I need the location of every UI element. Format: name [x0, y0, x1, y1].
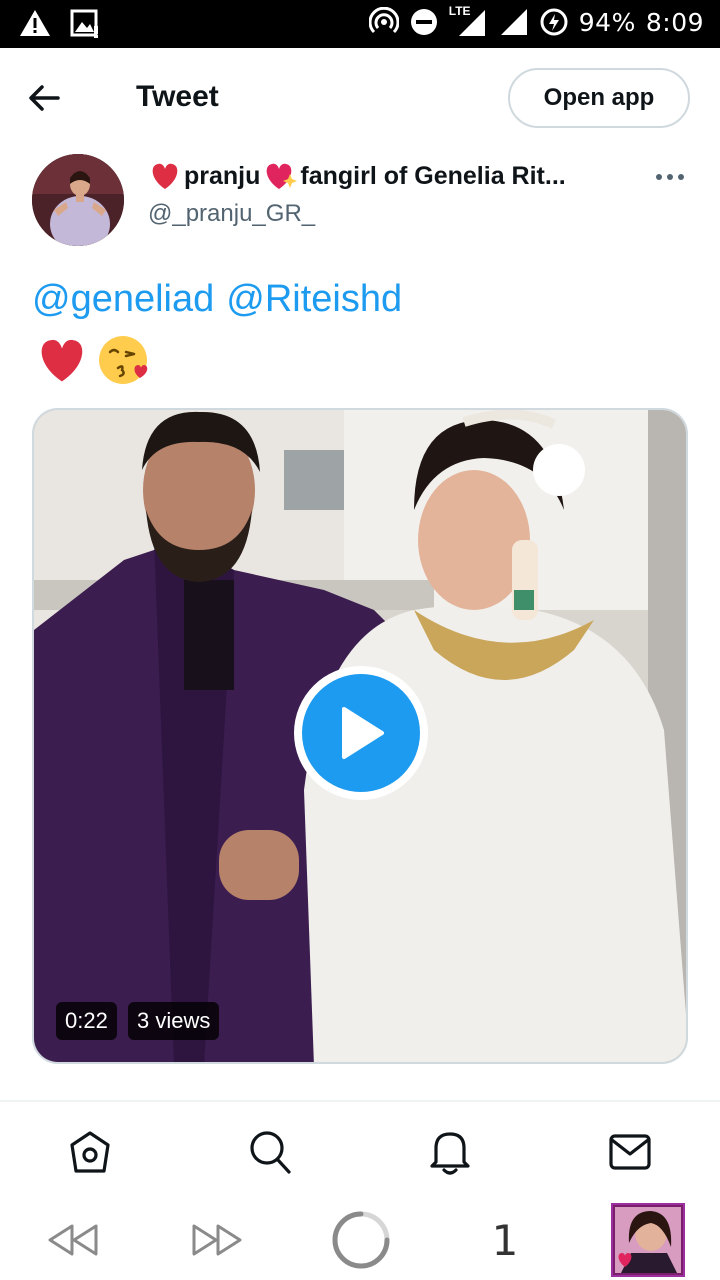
mention-link[interactable]: @Riteishd: [226, 278, 402, 321]
author-name[interactable]: pranju fangirl of Genelia Rit...: [148, 160, 566, 192]
tweet-mentions: @geneliad @Riteishd: [32, 278, 402, 321]
nav-home[interactable]: [60, 1124, 120, 1180]
tweet-emojis: [34, 332, 152, 388]
nav-notifications[interactable]: [420, 1124, 480, 1180]
more-dot-icon: [678, 174, 684, 180]
red-heart-emoji: [152, 163, 178, 189]
arrow-left-icon: [29, 85, 60, 111]
author-handle[interactable]: @_pranju_GR_: [148, 200, 315, 228]
profile-thumbnail-button[interactable]: [610, 1203, 686, 1277]
messages-icon: [609, 1134, 651, 1170]
red-heart-emoji: [41, 339, 83, 382]
status-bar: LTE 94% 8:09: [0, 0, 720, 48]
image-notification-icon: [70, 9, 98, 38]
open-app-button[interactable]: Open app: [508, 68, 690, 128]
nav-search[interactable]: [240, 1124, 300, 1180]
loading-indicator: [326, 1204, 396, 1276]
back-button[interactable]: [24, 78, 76, 118]
face-blowing-kiss-emoji: [99, 336, 148, 384]
warning-icon: [20, 10, 50, 36]
play-button[interactable]: [294, 666, 428, 800]
hotspot-icon: [368, 7, 399, 34]
more-options-button[interactable]: [650, 162, 690, 192]
lte-signal-icon: LTE: [449, 4, 489, 38]
play-button-inner: [302, 674, 420, 792]
sparkling-heart-emoji: [267, 163, 298, 189]
rewind-button[interactable]: [38, 1204, 108, 1276]
battery-saver-icon: [540, 8, 568, 36]
battery-percent: 94%: [578, 7, 636, 37]
nav-divider: [0, 1100, 720, 1102]
fast-forward-icon: [192, 1224, 242, 1256]
tab-switcher-button[interactable]: 1: [470, 1204, 540, 1276]
author-name-part1: pranju: [184, 161, 261, 190]
author-avatar[interactable]: [32, 154, 124, 246]
search-icon: [250, 1131, 291, 1174]
play-icon: [342, 707, 384, 759]
fast-forward-button[interactable]: [182, 1204, 252, 1276]
author-name-part2: fangirl of Genelia Rit...: [300, 161, 566, 190]
mention-link[interactable]: @geneliad: [32, 278, 214, 321]
profile-thumbnail: [611, 1203, 685, 1277]
more-dot-icon: [656, 174, 662, 180]
video-views-badge: 3 views: [128, 1002, 220, 1040]
more-dot-icon: [667, 174, 673, 180]
tab-count: 1: [491, 1215, 519, 1265]
rewind-icon: [48, 1224, 98, 1256]
notifications-icon: [430, 1132, 470, 1175]
app-header: Tweet Open app: [0, 48, 720, 148]
do-not-disturb-icon: [410, 9, 437, 35]
loading-icon: [332, 1211, 390, 1269]
nav-messages[interactable]: [600, 1124, 660, 1180]
clock: 8:09: [645, 7, 704, 37]
page-title: Tweet: [136, 80, 219, 113]
video-duration-badge: 0:22: [56, 1002, 117, 1040]
signal-icon: [500, 9, 527, 35]
home-icon: [70, 1131, 110, 1173]
